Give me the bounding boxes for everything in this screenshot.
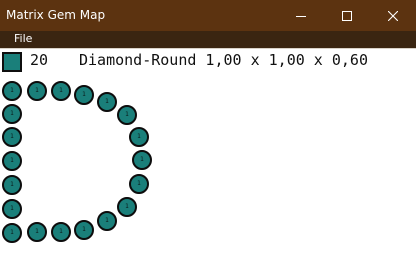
menu-file[interactable]: File	[14, 32, 32, 46]
close-icon	[388, 10, 398, 21]
gem[interactable]: 1	[97, 92, 117, 112]
gem[interactable]: 1	[2, 223, 22, 243]
gem[interactable]: 1	[97, 211, 117, 231]
gem[interactable]: 1	[27, 222, 47, 242]
close-button[interactable]	[370, 0, 416, 31]
gem-count: 20	[30, 51, 49, 69]
gem[interactable]: 1	[51, 81, 71, 101]
minimize-icon	[296, 15, 306, 17]
gem[interactable]: 1	[2, 104, 22, 124]
gem[interactable]: 1	[129, 174, 149, 194]
gem[interactable]: 1	[132, 150, 152, 170]
gem-description: Diamond-Round 1,00 x 1,00 x 0,60	[79, 51, 368, 69]
gem[interactable]: 1	[2, 127, 22, 147]
gem[interactable]: 1	[129, 127, 149, 147]
gem[interactable]: 1	[117, 197, 137, 217]
gem[interactable]: 1	[2, 199, 22, 219]
gem[interactable]: 1	[51, 222, 71, 242]
gem[interactable]: 1	[27, 81, 47, 101]
menu-divider	[0, 48, 416, 49]
gem[interactable]: 1	[2, 151, 22, 171]
menu-bar: File	[0, 31, 416, 48]
window-title: Matrix Gem Map	[6, 8, 106, 22]
gem[interactable]: 1	[2, 175, 22, 195]
gem[interactable]: 1	[2, 81, 22, 101]
title-bar: Matrix Gem Map	[0, 0, 416, 31]
gem[interactable]: 1	[74, 85, 94, 105]
gem[interactable]: 1	[74, 220, 94, 240]
maximize-icon	[342, 10, 352, 21]
minimize-button[interactable]	[278, 0, 324, 31]
gem[interactable]: 1	[117, 105, 137, 125]
gem-color-swatch	[2, 52, 22, 72]
maximize-button[interactable]	[324, 0, 370, 31]
